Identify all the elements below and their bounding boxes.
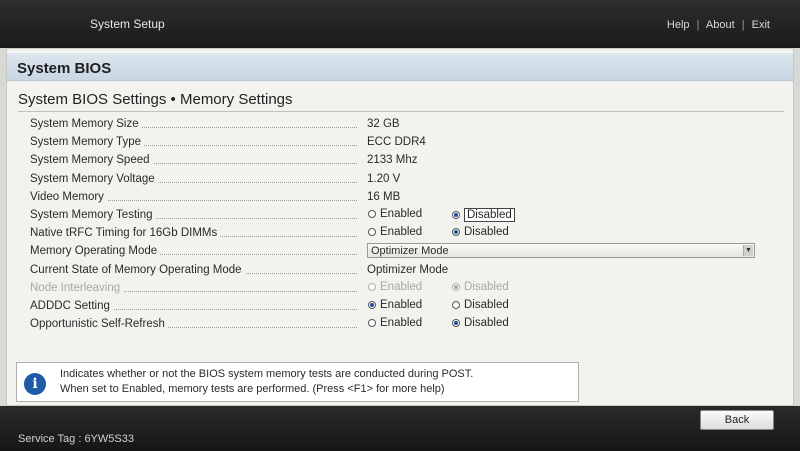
enabled-radio[interactable]: Enabled: [368, 317, 422, 329]
setting-adddc: ADDDC Setting Enabled Disabled: [30, 297, 790, 315]
radio-label: Disabled: [464, 317, 509, 330]
setting-label: ADDDC Setting: [30, 299, 113, 312]
radio-label: Disabled: [464, 226, 509, 239]
setting-memory-size: System Memory Size 32 GB: [30, 115, 790, 133]
setting-value: ECC DDR4: [367, 136, 426, 149]
radio-label: Enabled: [380, 226, 423, 239]
setting-memory-voltage: System Memory Voltage 1.20 V: [30, 170, 790, 188]
setting-value: 32 GB: [367, 118, 400, 130]
radio-icon: [452, 300, 460, 309]
setting-label: Native tRFC Timing for 16Gb DIMMs: [30, 227, 221, 240]
setting-operating-mode: Memory Operating Mode Optimizer Mode ▼: [30, 242, 790, 260]
service-tag: Service Tag : 6YW5S33: [18, 433, 134, 445]
setting-memory-type: System Memory Type ECC DDR4: [30, 133, 790, 151]
setting-label: Opportunistic Self-Refresh: [30, 318, 168, 331]
section-title: System BIOS: [17, 60, 112, 77]
radio-selected-icon: [368, 300, 376, 309]
setting-current-state: Current State of Memory Operating Mode O…: [30, 261, 790, 279]
disabled-radio: Disabled: [452, 281, 509, 293]
setting-label: Node Interleaving: [30, 281, 124, 294]
disabled-radio[interactable]: Disabled: [452, 207, 515, 222]
setting-memory-testing: System Memory Testing Enabled Disabled: [30, 206, 790, 224]
radio-label: Disabled: [464, 280, 509, 293]
enabled-radio[interactable]: Enabled: [368, 299, 422, 311]
section-band: System BIOS: [7, 53, 793, 81]
setting-value: 2133 Mhz: [367, 154, 418, 167]
setting-value: 16 MB: [367, 190, 401, 203]
setting-native-trfc: Native tRFC Timing for 16Gb DIMMs Enable…: [30, 224, 790, 242]
help-line: When set to Enabled, memory tests are pe…: [60, 383, 445, 395]
page-title: System BIOS Settings • Memory Settings: [18, 91, 293, 108]
help-text: Indicates whether or not the BIOS system…: [60, 367, 473, 397]
content-panel: System BIOS System BIOS Settings • Memor…: [6, 48, 794, 406]
setting-label: Video Memory: [30, 190, 107, 203]
radio-label: Enabled: [380, 298, 423, 311]
info-icon: i: [24, 373, 46, 395]
radio-icon: [368, 228, 376, 237]
enabled-radio[interactable]: Enabled: [368, 226, 422, 238]
top-bar: System Setup Help | About | Exit: [0, 0, 800, 48]
radio-label: Disabled: [464, 298, 509, 311]
radio-label: Enabled: [380, 207, 423, 220]
about-link[interactable]: About: [706, 19, 735, 31]
settings-list: System Memory Size 32 GB System Memory T…: [30, 115, 790, 333]
operating-mode-dropdown[interactable]: Optimizer Mode ▼: [367, 243, 755, 259]
chevron-down-icon[interactable]: ▼: [743, 245, 753, 257]
back-button[interactable]: Back: [700, 410, 774, 430]
radio-label: Enabled: [380, 317, 423, 330]
setting-self-refresh: Opportunistic Self-Refresh Enabled Disab…: [30, 315, 790, 333]
radio-label: Disabled: [464, 207, 515, 222]
title-divider: [18, 111, 784, 112]
radio-icon: [368, 209, 376, 218]
separator: |: [741, 19, 745, 31]
setting-label: System Memory Type: [30, 136, 144, 149]
exit-link[interactable]: Exit: [752, 19, 770, 31]
radio-icon: [368, 282, 376, 291]
radio-label: Enabled: [380, 280, 423, 293]
setting-memory-speed: System Memory Speed 2133 Mhz: [30, 151, 790, 169]
setting-label: System Memory Size: [30, 118, 142, 130]
disabled-radio[interactable]: Disabled: [452, 299, 509, 311]
help-link[interactable]: Help: [667, 19, 690, 31]
help-line: Indicates whether or not the BIOS system…: [60, 368, 474, 380]
disabled-radio[interactable]: Disabled: [452, 317, 509, 329]
header-links: Help | About | Exit: [667, 19, 770, 31]
setting-value: 1.20 V: [367, 172, 401, 185]
setting-video-memory: Video Memory 16 MB: [30, 188, 790, 206]
setting-label: Memory Operating Mode: [30, 245, 161, 258]
radio-selected-icon: [452, 319, 460, 328]
radio-icon: [368, 319, 376, 328]
setting-label: System Memory Speed: [30, 154, 153, 167]
setting-label: Current State of Memory Operating Mode: [30, 263, 245, 276]
radio-selected-icon: [452, 210, 460, 219]
enabled-radio: Enabled: [368, 281, 422, 293]
setting-value: Optimizer Mode: [367, 263, 449, 276]
setting-label: System Memory Testing: [30, 208, 156, 221]
disabled-radio[interactable]: Disabled: [452, 226, 509, 238]
radio-selected-icon: [452, 228, 460, 237]
bottom-bar: Back Service Tag : 6YW5S33: [0, 406, 800, 451]
enabled-radio[interactable]: Enabled: [368, 208, 422, 220]
dropdown-value: Optimizer Mode: [371, 245, 449, 258]
radio-selected-icon: [452, 282, 460, 291]
app-title: System Setup: [90, 17, 165, 31]
setting-node-interleaving: Node Interleaving Enabled Disabled: [30, 279, 790, 297]
separator: |: [696, 19, 700, 31]
setting-label: System Memory Voltage: [30, 172, 158, 185]
help-box: i Indicates whether or not the BIOS syst…: [16, 362, 579, 402]
